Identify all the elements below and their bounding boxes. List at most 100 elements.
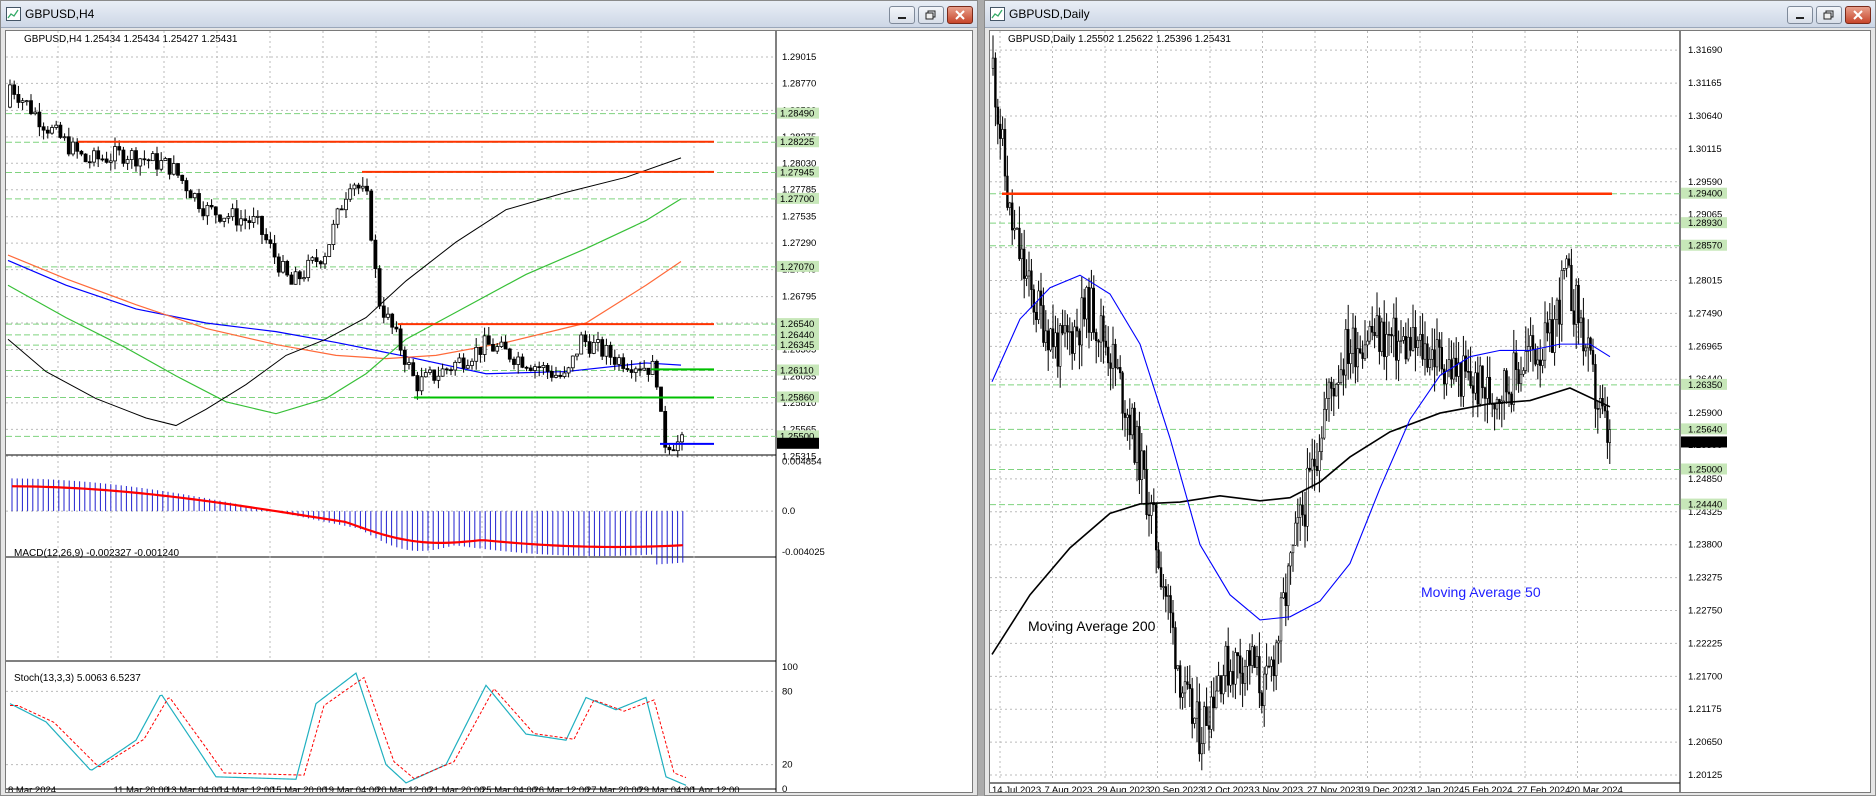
candle-body	[1059, 325, 1062, 367]
h4-chart-area[interactable]: GBPUSD,H4 1.25434 1.25434 1.25427 1.2543…	[5, 30, 973, 793]
candle-body	[1291, 544, 1295, 554]
level-tag-label: 1.28930	[1688, 218, 1722, 229]
candle-body	[1104, 340, 1108, 348]
candle-body	[1102, 315, 1105, 342]
candle-body	[1440, 347, 1443, 370]
candle-body	[1416, 339, 1419, 349]
candle-body	[1445, 370, 1448, 385]
candle-body	[1032, 289, 1036, 313]
candle-body	[251, 216, 256, 223]
candle-body	[1034, 311, 1038, 320]
candle-body	[583, 334, 588, 343]
candle-body	[1514, 352, 1518, 370]
candle-body	[1591, 350, 1595, 365]
close-icon	[955, 10, 965, 20]
daily-chart-canvas[interactable]: GBPUSD,Daily 1.25502 1.25622 1.25396 1.2…	[990, 31, 1871, 793]
candle-body	[1123, 412, 1127, 418]
candle-body	[575, 353, 579, 357]
candle-body	[234, 208, 239, 226]
close-button[interactable]	[1845, 6, 1871, 24]
candle-body	[579, 334, 584, 355]
candle-body	[1426, 343, 1429, 368]
candle-body	[1397, 340, 1400, 361]
candle-body	[1090, 287, 1093, 333]
candle-body	[155, 153, 159, 170]
candle-body	[1008, 202, 1011, 208]
candle-body	[1030, 270, 1033, 290]
minimize-button[interactable]	[889, 6, 915, 24]
candle-body	[486, 335, 491, 345]
time-tick-label: 7 Aug 2023	[1045, 785, 1093, 793]
price-tick-label: 1.21175	[1688, 704, 1722, 715]
candle-body	[24, 100, 29, 103]
candle-body	[1596, 408, 1600, 410]
price-tick-label: 1.22225	[1688, 638, 1722, 649]
macd-axis-label: 0.004854	[782, 456, 822, 467]
candle-body	[318, 261, 323, 265]
level-tag-label: 1.27070	[780, 262, 814, 273]
minimize-button[interactable]	[1787, 6, 1813, 24]
candle-body	[1382, 321, 1386, 357]
candle-body	[1385, 333, 1388, 357]
candle-body	[1337, 382, 1340, 385]
window-titlebar[interactable]: GBPUSD,Daily	[985, 1, 1875, 28]
candle-body	[1558, 299, 1561, 325]
candle-body	[1414, 327, 1417, 349]
maximize-button[interactable]	[918, 6, 944, 24]
candle-body	[150, 153, 155, 162]
close-button[interactable]	[947, 6, 973, 24]
daily-chart-area[interactable]: GBPUSD,Daily 1.25502 1.25622 1.25396 1.2…	[989, 30, 1871, 793]
candle-body	[1423, 343, 1427, 360]
candle-body	[1181, 692, 1184, 698]
candle-body	[1486, 377, 1489, 399]
close-icon	[1853, 10, 1863, 20]
candle-body	[1524, 351, 1528, 371]
time-tick-label: 25 Mar 04:00	[481, 785, 537, 793]
candle-body	[1116, 367, 1120, 369]
candle-body	[1246, 650, 1249, 667]
candle-body	[1157, 549, 1160, 568]
candle-body	[423, 372, 428, 378]
time-tick-label: 29 Aug 2023	[1097, 785, 1150, 793]
time-tick-label: 29 Mar 04:00	[639, 785, 695, 793]
candle-body	[1044, 330, 1048, 343]
candle-body	[302, 277, 306, 280]
candle-body	[411, 362, 416, 376]
price-tick-label: 1.22750	[1688, 606, 1722, 617]
candle-body	[1229, 671, 1232, 686]
candle-body	[255, 215, 260, 218]
candle-body	[71, 141, 75, 155]
candle-body	[1433, 349, 1436, 368]
candle-body	[659, 386, 663, 412]
candle-body	[1476, 372, 1479, 405]
candle-body	[478, 346, 483, 355]
candle-body	[205, 205, 210, 217]
h4-chart-canvas[interactable]: GBPUSD,H4 1.25434 1.25434 1.25427 1.2543…	[6, 31, 973, 793]
price-tick-label: 1.20125	[1688, 770, 1722, 781]
candle-body	[600, 339, 605, 357]
candle-body	[1481, 365, 1484, 388]
candle-body	[1517, 369, 1520, 385]
candle-body	[1502, 370, 1506, 402]
candle-body	[1349, 353, 1352, 364]
window-title: GBPUSD,H4	[25, 7, 95, 21]
candle-body	[1243, 666, 1247, 684]
candle-body	[344, 198, 348, 211]
candle-body	[163, 158, 168, 161]
candle-body	[1054, 332, 1057, 348]
time-tick-label: 27 Nov 2023	[1307, 785, 1361, 793]
candle-body	[1582, 317, 1585, 352]
candle-body	[491, 343, 495, 352]
daily-symbol-info: GBPUSD,Daily 1.25502 1.25622 1.25396 1.2…	[1008, 34, 1231, 45]
candle-body	[1294, 522, 1297, 546]
maximize-button[interactable]	[1816, 6, 1842, 24]
candle-body	[260, 215, 264, 235]
candle-body	[1234, 652, 1237, 685]
candle-body	[1095, 332, 1098, 342]
window-titlebar[interactable]: GBPUSD,H4	[1, 1, 977, 28]
candle-body	[503, 341, 508, 350]
candle-body	[428, 369, 432, 373]
candle-body	[1265, 665, 1268, 675]
candle-body	[108, 160, 113, 163]
candle-body	[1522, 370, 1525, 375]
